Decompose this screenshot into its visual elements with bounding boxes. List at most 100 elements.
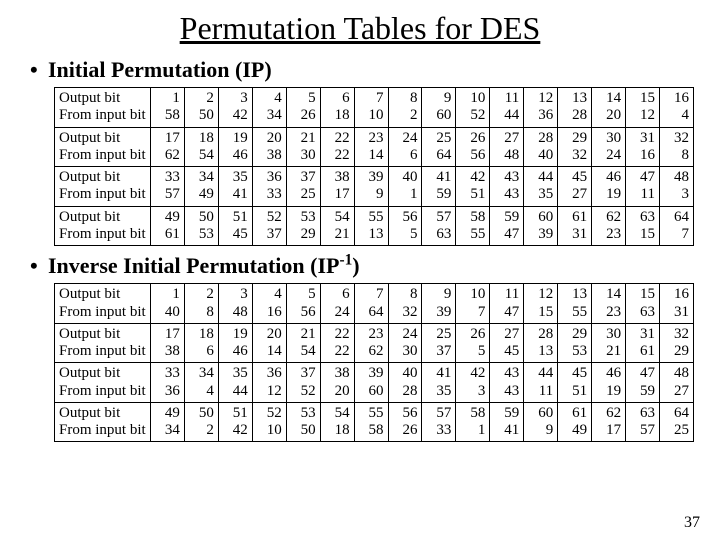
value-cell: 2748 [490,127,524,167]
value-cell: 2038 [252,127,286,167]
value-cell: 1420 [592,88,626,128]
value-cell: 5210 [252,402,286,442]
section-ip: •Initial Permutation (IP) Output bitFrom… [30,57,690,246]
row-label-cell: Output bitFrom input bit [55,127,151,167]
slide-title: Permutation Tables for DES [30,10,690,47]
value-cell: 1946 [218,127,252,167]
value-cell: 832 [388,284,422,324]
section-ip-heading: •Initial Permutation (IP) [30,57,690,83]
value-cell: 2154 [286,323,320,363]
value-cell: 2840 [524,127,558,167]
value-cell: 5513 [354,206,388,246]
value-cell: 502 [184,402,218,442]
page-number: 37 [684,514,700,532]
value-cell: 3960 [354,363,388,403]
value-cell: 6315 [626,206,660,246]
value-cell: 265 [456,323,490,363]
value-cell: 1762 [150,127,184,167]
value-cell: 5558 [354,402,388,442]
value-cell: 423 [456,363,490,403]
value-cell: 2537 [422,323,456,363]
section-ipinv-heading-text: Inverse Initial Permutation (IP-1) [48,253,360,278]
value-cell: 2130 [286,127,320,167]
value-cell: 4343 [490,167,524,207]
value-cell: 5855 [456,206,490,246]
value-cell: 3612 [252,363,286,403]
value-cell: 624 [320,284,354,324]
value-cell: 4527 [558,167,592,207]
value-cell: 3024 [592,127,626,167]
value-cell: 939 [422,284,456,324]
value-cell: 4028 [388,363,422,403]
row-label-cell: Output bitFrom input bit [55,323,151,363]
value-cell: 5053 [184,206,218,246]
value-cell: 5329 [286,206,320,246]
value-cell: 3725 [286,167,320,207]
value-cell: 4619 [592,167,626,207]
row-label-cell: Output bitFrom input bit [55,402,151,442]
value-cell: 2430 [388,323,422,363]
value-cell: 6039 [524,206,558,246]
value-cell: 4961 [150,206,184,246]
value-cell: 5350 [286,402,320,442]
value-cell: 483 [660,167,694,207]
value-cell: 164 [660,88,694,128]
value-cell: 556 [286,284,320,324]
value-cell: 2362 [354,323,388,363]
value-cell: 3541 [218,167,252,207]
value-cell: 710 [354,88,388,128]
table-row: Output bitFrom input bit1738186194620142… [55,323,694,363]
value-cell: 1563 [626,284,660,324]
value-cell: 2932 [558,127,592,167]
table-row: Output bitFrom input bit4934502514252105… [55,402,694,442]
value-cell: 1144 [490,88,524,128]
value-cell: 4551 [558,363,592,403]
value-cell: 6223 [592,206,626,246]
value-cell: 3357 [150,167,184,207]
value-cell: 6149 [558,402,592,442]
value-cell: 107 [456,284,490,324]
value-cell: 158 [150,88,184,128]
value-cell: 4827 [660,363,694,403]
row-label-cell: Output bitFrom input bit [55,206,151,246]
ipinv-table: Output bitFrom input bit1402834841655662… [54,283,694,442]
value-cell: 6425 [660,402,694,442]
value-cell: 246 [388,127,422,167]
value-cell: 6357 [626,402,660,442]
value-cell: 342 [218,88,252,128]
value-cell: 4711 [626,167,660,207]
table-row: Output bitFrom input bit1582503424345266… [55,88,694,128]
value-cell: 526 [286,88,320,128]
value-cell: 5142 [218,402,252,442]
value-cell: 399 [354,167,388,207]
value-cell: 1215 [524,284,558,324]
value-cell: 565 [388,206,422,246]
value-cell: 401 [388,167,422,207]
value-cell: 250 [184,88,218,128]
value-cell: 1946 [218,323,252,363]
value-cell: 581 [456,402,490,442]
table-row: Output bitFrom input bit3336344354436123… [55,363,694,403]
value-cell: 5145 [218,206,252,246]
row-label-cell: Output bitFrom input bit [55,167,151,207]
value-cell: 4159 [422,167,456,207]
value-cell: 4759 [626,363,660,403]
value-cell: 2813 [524,323,558,363]
value-cell: 6217 [592,402,626,442]
section-ip-inverse: •Inverse Initial Permutation (IP-1) Outp… [30,252,690,442]
value-cell: 2745 [490,323,524,363]
value-cell: 2314 [354,127,388,167]
row-label-cell: Output bitFrom input bit [55,363,151,403]
value-cell: 3817 [320,167,354,207]
value-cell: 1631 [660,284,694,324]
value-cell: 2953 [558,323,592,363]
value-cell: 3336 [150,363,184,403]
value-cell: 1236 [524,88,558,128]
value-cell: 4411 [524,363,558,403]
value-cell: 4251 [456,167,490,207]
table-row: Output bitFrom input bit3357344935413633… [55,167,694,207]
value-cell: 4934 [150,402,184,442]
value-cell: 5941 [490,402,524,442]
section-ip-heading-text: Initial Permutation (IP) [48,57,272,82]
value-cell: 5763 [422,206,456,246]
